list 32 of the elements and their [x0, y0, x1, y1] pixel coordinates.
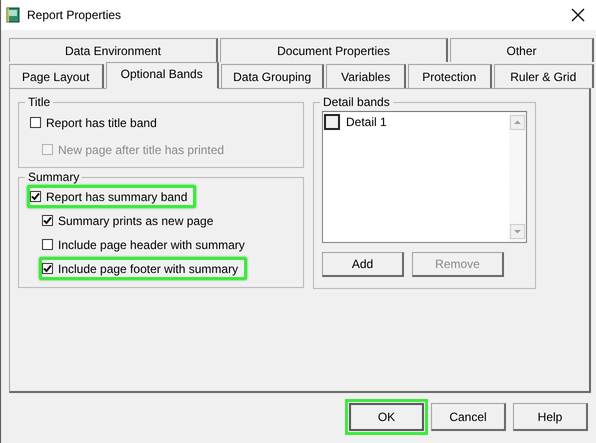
list-item[interactable]: Detail 1 — [346, 115, 387, 129]
tab[interactable]: Other — [450, 38, 594, 62]
tab[interactable]: Variables — [326, 64, 406, 88]
group-title: Summary — [27, 170, 80, 184]
checkbox-label: Report has title band — [46, 116, 157, 130]
checkbox-label: Include page footer with summary — [58, 262, 238, 276]
tab[interactable]: Optional Bands — [106, 62, 219, 89]
checkbox[interactable] — [42, 263, 53, 274]
book-icon — [6, 7, 20, 23]
checkbox[interactable] — [30, 117, 41, 128]
tab[interactable]: Data Environment — [9, 38, 218, 62]
add-button[interactable]: Add — [322, 252, 404, 277]
checkbox[interactable] — [42, 215, 53, 226]
tab[interactable]: Ruler & Grid — [494, 64, 594, 88]
close-icon[interactable] — [571, 8, 585, 22]
dialog-button[interactable]: Help — [513, 403, 588, 431]
checkbox[interactable] — [30, 191, 41, 202]
group-title: Title — [27, 95, 52, 109]
checkbox-label: Report has summary band — [46, 190, 188, 204]
dialog-button[interactable]: Cancel — [431, 403, 506, 431]
group-title: Detail bands — [322, 95, 391, 109]
tab[interactable]: Protection — [408, 64, 492, 88]
tab[interactable]: Page Layout — [9, 64, 104, 88]
checkbox[interactable] — [42, 239, 53, 250]
checkbox[interactable] — [324, 114, 340, 130]
checkbox-label: Summary prints as new page — [58, 214, 214, 228]
window-title: Report Properties — [27, 8, 122, 22]
list-box[interactable]: Detail 1 — [322, 111, 527, 243]
tab[interactable]: Document Properties — [220, 38, 448, 62]
checkbox-label: New page after title has printed — [58, 142, 224, 156]
tab[interactable]: Data Grouping — [220, 64, 324, 88]
checkbox-label: Include page header with summary — [58, 238, 245, 252]
